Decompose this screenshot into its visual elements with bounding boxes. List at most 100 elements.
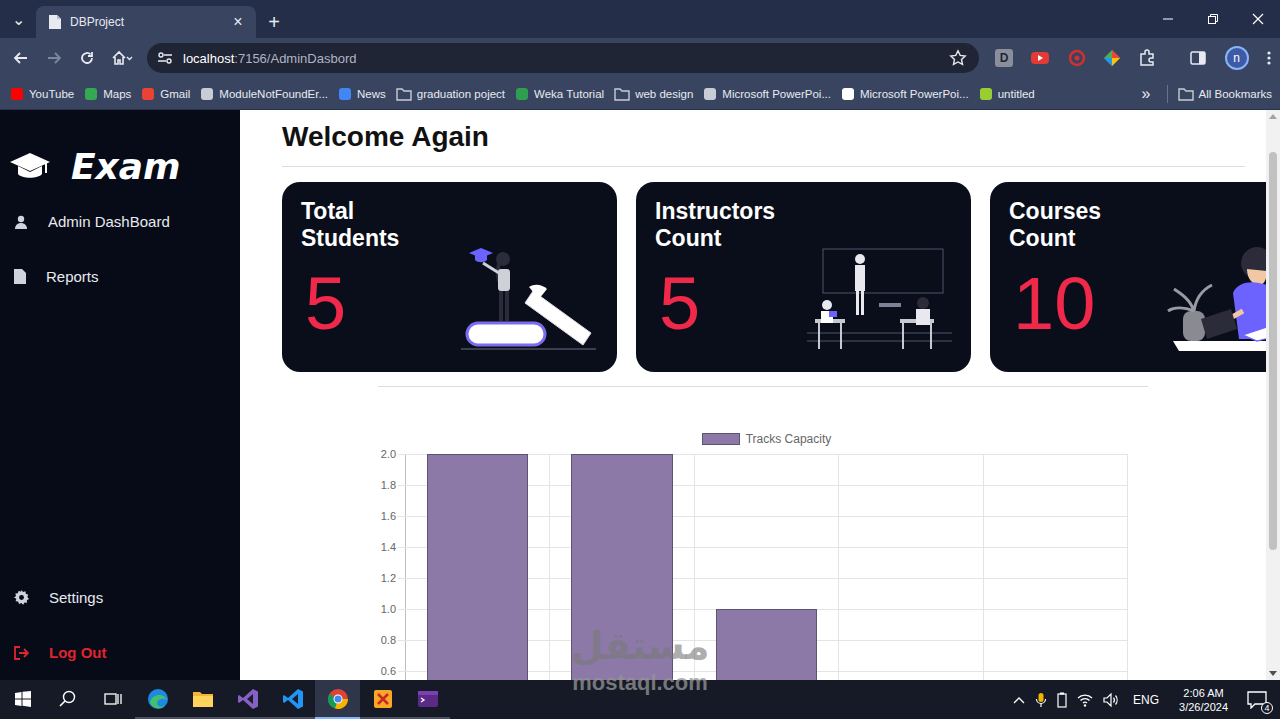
dashboard: Welcome AgainTotal Students5Instructors … (240, 110, 1266, 680)
close-icon (1252, 13, 1264, 25)
back-button[interactable] (4, 42, 37, 74)
graduation-cap-icon (9, 150, 51, 184)
chart-legend[interactable]: Tracks Capacity (405, 433, 1128, 445)
bookmark-label: Maps (103, 88, 131, 100)
y-axis-tick: 1.8 (381, 479, 396, 491)
stat-card: Courses Count 10 (990, 182, 1280, 372)
minimize-button[interactable] (1145, 0, 1190, 38)
bookmark[interactable]: Gmail (141, 87, 190, 101)
taskbar-app[interactable] (315, 680, 360, 719)
stat-card: Instructors Count5 (636, 182, 971, 372)
side-panel-icon[interactable] (1189, 49, 1207, 67)
favicon-icon (338, 87, 352, 101)
color-extension-icon[interactable] (1103, 49, 1121, 67)
reload-icon (79, 50, 95, 66)
scrollbar[interactable] (1266, 110, 1280, 680)
favicon-icon (200, 87, 214, 101)
scroll-thumb[interactable] (1269, 152, 1277, 550)
taskbar-app[interactable] (180, 680, 225, 719)
bookmark-label: web design (635, 88, 693, 100)
logo[interactable]: Exam (0, 110, 240, 194)
folder-icon (614, 87, 630, 101)
back-arrow-icon (13, 50, 29, 66)
start-button[interactable] (0, 680, 45, 719)
chart-bar[interactable] (427, 454, 528, 680)
all-bookmarks-button[interactable]: All Bookmarks (1178, 87, 1273, 101)
forward-button[interactable] (37, 42, 70, 74)
card-value: 10 (1009, 264, 1159, 344)
scroll-down-icon[interactable] (1269, 671, 1277, 676)
menu-dots-icon[interactable] (1266, 49, 1272, 67)
new-tab-button[interactable]: + (256, 6, 292, 38)
taskbar-app[interactable] (225, 680, 270, 719)
snipping-tool-icon (372, 688, 394, 710)
chart-bar[interactable] (571, 454, 672, 680)
bookmark[interactable]: News (338, 87, 386, 101)
bookmark[interactable]: ModuleNotFoundEr... (200, 87, 328, 101)
more-bookmarks-button[interactable]: » (1136, 85, 1157, 103)
bookmark-label: Weka Tutorial (534, 88, 604, 100)
video-extension-icon[interactable] (1030, 50, 1050, 66)
taskbar-app[interactable] (135, 680, 180, 719)
bookmark[interactable]: Weka Tutorial (515, 87, 604, 101)
language-indicator[interactable]: ENG (1129, 693, 1163, 707)
sidebar-item[interactable]: Settings (0, 570, 240, 625)
red-extension-icon[interactable] (1068, 49, 1086, 67)
home-icon (111, 50, 133, 66)
extension-button[interactable]: D (995, 49, 1013, 67)
sidebar-item-label: Log Out (49, 644, 106, 661)
microphone-icon[interactable] (1035, 692, 1047, 708)
tab-search-button[interactable]: ⌄ (0, 0, 36, 38)
taskbar-app[interactable] (360, 680, 405, 719)
bookmark[interactable]: Microsoft PowerPoi... (841, 87, 969, 101)
chevron-up-icon[interactable] (1013, 695, 1025, 705)
card-title: Courses Count (1009, 198, 1159, 252)
gear-icon (14, 590, 29, 605)
clock-time: 2:06 AM (1183, 686, 1223, 700)
clock[interactable]: 2:06 AM3/26/2024 (1173, 686, 1234, 714)
tab-close-button[interactable]: × (230, 13, 246, 31)
profile-button[interactable]: n (1225, 46, 1249, 70)
sidebar-item[interactable]: Log Out (0, 625, 240, 680)
window-controls (1145, 0, 1280, 38)
edge-icon (147, 688, 169, 710)
sidebar-item[interactable]: Admin DashBoard (0, 194, 240, 249)
task-view-button[interactable] (90, 680, 135, 719)
taskbar-app[interactable] (405, 680, 450, 719)
forward-arrow-icon (46, 50, 62, 66)
address-bar[interactable]: localhost:7156/AdminDasbord (147, 43, 979, 73)
restore-button[interactable] (1190, 0, 1235, 38)
notification-button[interactable]: 4 (1244, 688, 1270, 712)
bookmark[interactable]: web design (614, 87, 693, 101)
reload-button[interactable] (70, 42, 103, 74)
bookmark[interactable]: untitled (979, 87, 1035, 101)
favicon-icon (10, 87, 24, 101)
home-button[interactable] (103, 42, 141, 74)
bookmark[interactable]: Microsoft PowerPoi... (703, 87, 831, 101)
bar-columns (406, 454, 1128, 680)
bookmark-label: YouTube (29, 88, 74, 100)
browser-tab[interactable]: DBProject × (36, 6, 256, 38)
volume-icon[interactable] (1103, 693, 1119, 707)
chart-bar[interactable] (716, 609, 817, 680)
tab-title: DBProject (70, 15, 222, 29)
bookmark-star-icon[interactable] (949, 49, 967, 67)
scroll-up-icon[interactable] (1269, 114, 1277, 119)
card-value: 5 (301, 264, 451, 344)
bookmark[interactable]: graduation poject (396, 87, 505, 101)
taskbar-app[interactable] (270, 680, 315, 719)
bookmark-label: Gmail (160, 88, 190, 100)
bookmark[interactable]: YouTube (10, 87, 74, 101)
bookmark[interactable]: Maps (84, 87, 131, 101)
chrome-icon (327, 688, 349, 710)
folder-icon (1178, 87, 1194, 101)
search-button[interactable] (45, 680, 90, 719)
task-view-icon (104, 691, 122, 707)
sidebar-item[interactable]: Reports (0, 249, 240, 304)
vscode-icon (282, 688, 304, 710)
wifi-icon[interactable] (1077, 693, 1093, 707)
battery-icon[interactable] (1057, 692, 1067, 708)
puzzle-extensions-icon[interactable] (1138, 49, 1156, 67)
close-window-button[interactable] (1235, 0, 1280, 38)
site-info-icon[interactable] (157, 51, 173, 65)
